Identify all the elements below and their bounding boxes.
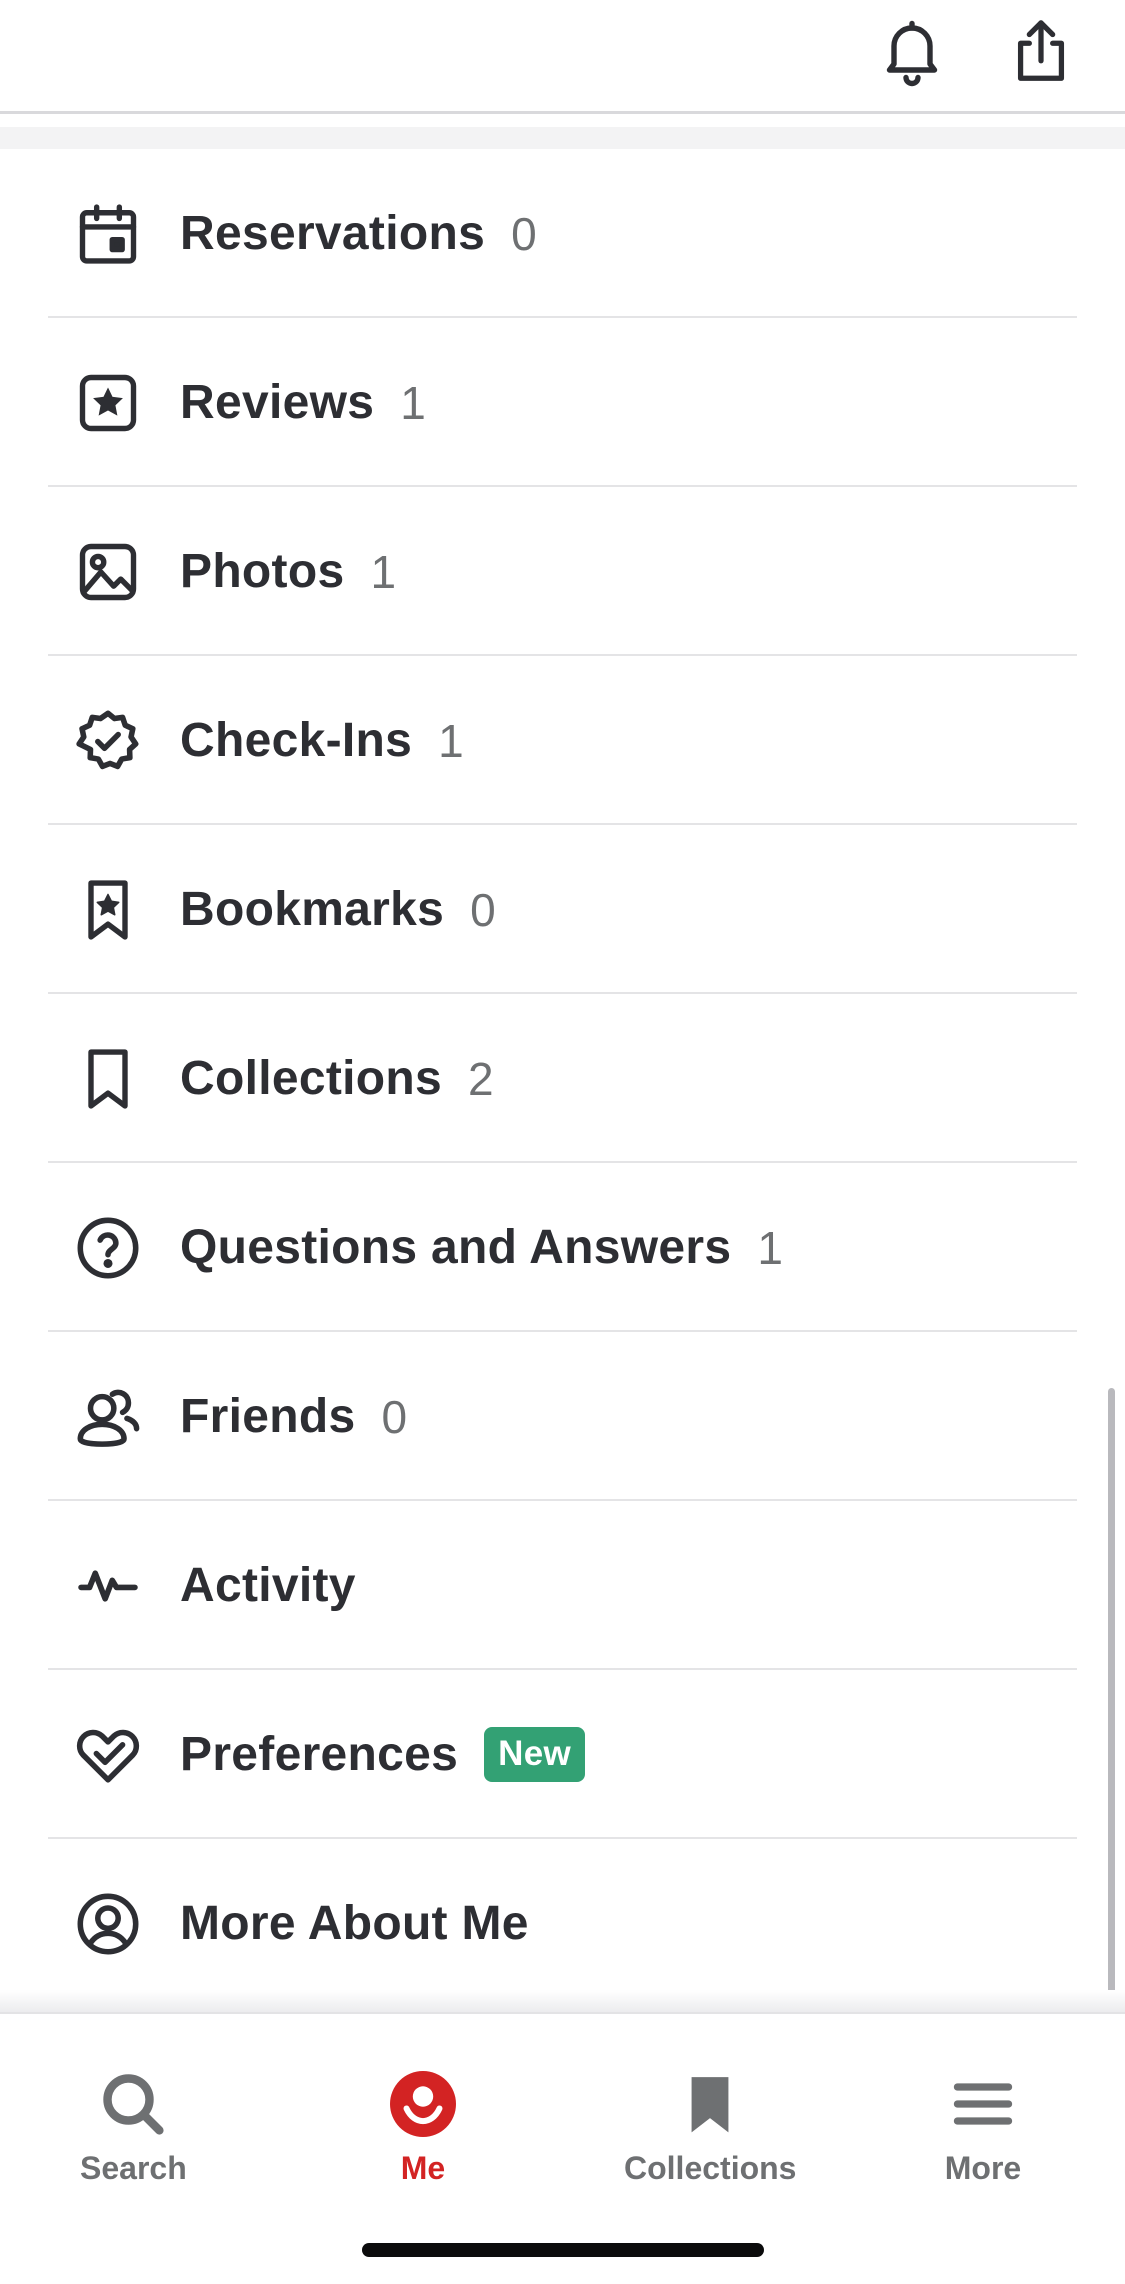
tab-label: Collections bbox=[624, 2150, 797, 2186]
bell-icon[interactable] bbox=[874, 14, 950, 90]
tab-me[interactable]: Me bbox=[383, 2064, 463, 2187]
menu-item-check-ins[interactable]: Check-Ins 1 bbox=[0, 656, 1125, 825]
menu-item-photos[interactable]: Photos 1 bbox=[0, 487, 1125, 656]
calendar-icon bbox=[72, 198, 144, 270]
menu-item-count: 1 bbox=[757, 1221, 784, 1274]
collections-icon bbox=[670, 2064, 750, 2144]
section-divider bbox=[0, 127, 1125, 149]
bookmark-icon bbox=[72, 1043, 144, 1115]
menu-item-label: Questions and Answers bbox=[180, 1221, 732, 1274]
top-bar bbox=[0, 0, 1125, 114]
menu-item-label: More About Me bbox=[180, 1897, 529, 1950]
check-badge-icon bbox=[72, 705, 144, 777]
star-square-icon bbox=[72, 367, 144, 439]
tab-label: Search bbox=[80, 2150, 187, 2186]
bookmark-star-icon bbox=[72, 874, 144, 946]
menu-item-collections[interactable]: Collections 2 bbox=[0, 994, 1125, 1163]
tabbar-shadow bbox=[0, 1990, 1125, 2012]
friends-icon bbox=[72, 1381, 144, 1453]
menu-item-friends[interactable]: Friends 0 bbox=[0, 1332, 1125, 1501]
menu-item-label: Friends bbox=[180, 1390, 356, 1443]
menu-item-reviews[interactable]: Reviews 1 bbox=[0, 318, 1125, 487]
menu-item-count: 1 bbox=[370, 545, 397, 598]
tab-more[interactable]: More bbox=[943, 2064, 1023, 2187]
home-indicator bbox=[362, 2243, 764, 2257]
menu-item-count: 1 bbox=[400, 376, 427, 429]
menu-item-label: Check-Ins bbox=[180, 714, 413, 767]
question-circle-icon bbox=[72, 1212, 144, 1284]
menu-icon bbox=[943, 2064, 1023, 2144]
menu-item-activity[interactable]: Activity bbox=[0, 1501, 1125, 1670]
tab-label: More bbox=[944, 2150, 1022, 2186]
profile-menu: Reservations 0 Reviews 1 Photos 1 Check-… bbox=[0, 149, 1125, 2008]
tab-label: Me bbox=[400, 2150, 446, 2186]
menu-item-count: 0 bbox=[381, 1390, 408, 1443]
menu-item-label: Reservations bbox=[180, 207, 486, 260]
search-icon bbox=[93, 2064, 173, 2144]
menu-item-questions-and-answers[interactable]: Questions and Answers 1 bbox=[0, 1163, 1125, 1332]
menu-item-label: Reviews bbox=[180, 376, 375, 429]
heart-check-icon bbox=[72, 1719, 144, 1791]
menu-item-label: Preferences bbox=[180, 1728, 459, 1781]
tab-search[interactable]: Search bbox=[80, 2064, 187, 2187]
me-icon bbox=[383, 2064, 463, 2144]
menu-item-label: Collections bbox=[180, 1052, 443, 1105]
tab-collections[interactable]: Collections bbox=[624, 2064, 796, 2187]
menu-item-count: 0 bbox=[470, 883, 497, 936]
menu-item-more-about-me[interactable]: More About Me bbox=[0, 1839, 1125, 2008]
share-icon[interactable] bbox=[1003, 14, 1079, 90]
menu-item-bookmarks[interactable]: Bookmarks 0 bbox=[0, 825, 1125, 994]
menu-item-preferences[interactable]: Preferences New bbox=[0, 1670, 1125, 1839]
menu-item-label: Activity bbox=[180, 1559, 356, 1612]
image-icon bbox=[72, 536, 144, 608]
menu-item-reservations[interactable]: Reservations 0 bbox=[0, 149, 1125, 318]
menu-item-label: Photos bbox=[180, 545, 345, 598]
menu-item-label: Bookmarks bbox=[180, 883, 445, 936]
menu-item-count: 1 bbox=[438, 714, 464, 767]
new-badge: New bbox=[484, 1727, 586, 1782]
activity-icon bbox=[72, 1550, 144, 1622]
menu-item-count: 2 bbox=[468, 1052, 494, 1105]
menu-item-count: 0 bbox=[511, 207, 537, 260]
scrollbar[interactable] bbox=[1108, 1388, 1115, 2026]
user-circle-icon bbox=[72, 1888, 144, 1960]
